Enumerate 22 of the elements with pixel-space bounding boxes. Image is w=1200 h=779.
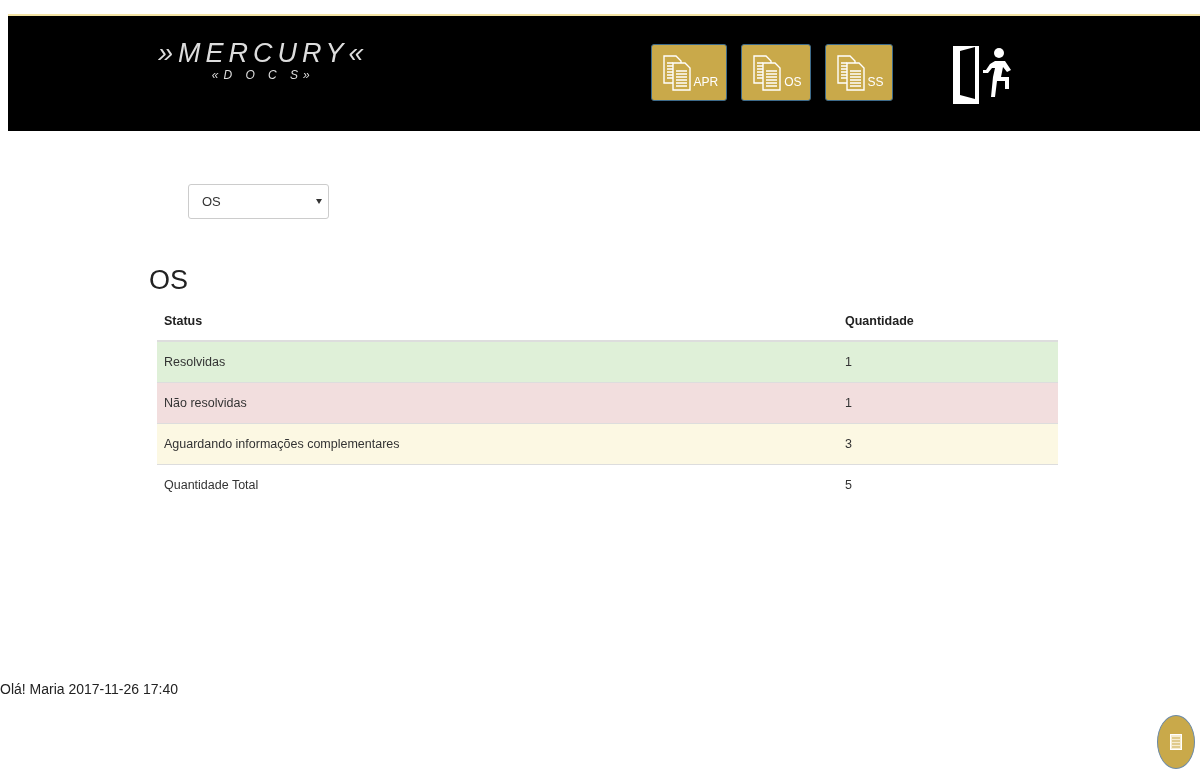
status-cell: Aguardando informações complementares	[157, 423, 838, 465]
status-cell: Quantidade Total	[157, 464, 838, 505]
documents-icon	[661, 54, 692, 91]
quantity-cell: 5	[838, 464, 1058, 505]
document-button[interactable]: SS	[824, 44, 893, 101]
type-select[interactable]: OS	[188, 184, 329, 219]
greeting-text: Olá! Maria 2017-11-26 17:40	[0, 681, 178, 697]
quantity-cell: 3	[838, 423, 1058, 465]
section-title: OS	[149, 264, 189, 296]
quantity-cell: 1	[838, 341, 1058, 383]
status-cell: Resolvidas	[157, 341, 838, 383]
status-cell: Não resolvidas	[157, 382, 838, 424]
list-icon	[1170, 734, 1182, 750]
document-button[interactable]: APR	[650, 44, 728, 101]
documents-icon	[835, 54, 866, 91]
quantity-cell: 1	[838, 382, 1058, 424]
logo-title: »MERCURY«	[158, 38, 369, 68]
logo-subtitle: «D O C S»	[211, 68, 315, 82]
caret-icon	[316, 199, 322, 204]
document-button[interactable]: OS	[741, 44, 811, 101]
list-button[interactable]	[1157, 715, 1195, 769]
documents-icon	[752, 54, 783, 91]
